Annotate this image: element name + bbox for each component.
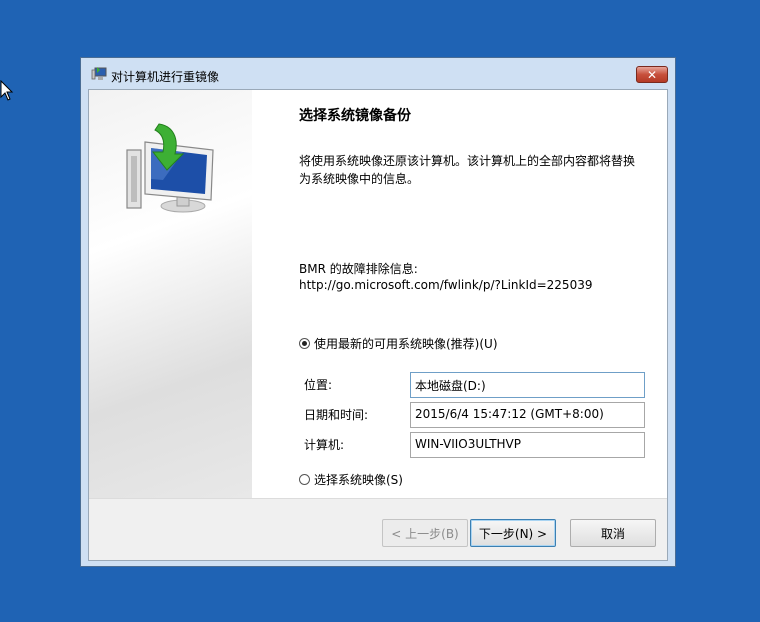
use-latest-image-label: 使用最新的可用系统映像(推荐)(U) [314, 337, 498, 351]
window-title: 对计算机进行重镜像 [111, 70, 220, 84]
close-button[interactable]: ✕ [636, 66, 668, 83]
cancel-button[interactable]: 取消 [570, 519, 656, 547]
computer-reimage-icon [91, 67, 107, 80]
bmr-troubleshooting-label: BMR 的故障排除信息: [299, 262, 418, 276]
description-text: 将使用系统映像还原该计算机。该计算机上的全部内容都将替换为系统映像中的信息。 [299, 154, 636, 186]
computer-restore-arrow-icon [126, 123, 214, 213]
date-time-label: 日期和时间: [304, 408, 369, 422]
computer-field: WIN-VIIO3ULTHVP [410, 432, 645, 458]
location-field: 本地磁盘(D:) [410, 372, 645, 398]
date-time-field: 2015/6/4 15:47:12 (GMT+8:00) [410, 402, 645, 428]
reimage-dialog-window: 对计算机进行重镜像 ✕ 选择系统镜像备份 将使用系统映像还原该计算机。该计算机上… [80, 57, 676, 567]
mouse-pointer-icon [0, 80, 14, 101]
close-icon: ✕ [646, 67, 658, 82]
dialog-client-area: 选择系统镜像备份 将使用系统映像还原该计算机。该计算机上的全部内容都将替换为系统… [88, 89, 668, 561]
wizard-side-panel [89, 90, 252, 498]
title-bar[interactable]: 对计算机进行重镜像 ✕ [81, 58, 675, 90]
bmr-troubleshooting-link: http://go.microsoft.com/fwlink/p/?LinkId… [299, 278, 593, 292]
computer-label: 计算机: [304, 438, 345, 452]
next-button[interactable]: 下一步(N) > [470, 519, 556, 547]
select-image-radio[interactable]: 选择系统映像(S) [299, 471, 403, 488]
back-button[interactable]: < 上一步(B) [382, 519, 468, 547]
page-title: 选择系统镜像备份 [299, 108, 411, 124]
radio-checked-icon[interactable] [299, 338, 310, 349]
use-latest-image-radio[interactable]: 使用最新的可用系统映像(推荐)(U) [299, 335, 498, 352]
radio-unchecked-icon[interactable] [299, 474, 310, 485]
location-label: 位置: [304, 378, 333, 392]
wizard-footer: < 上一步(B) 下一步(N) > 取消 [89, 498, 667, 560]
select-image-label: 选择系统映像(S) [314, 473, 403, 487]
